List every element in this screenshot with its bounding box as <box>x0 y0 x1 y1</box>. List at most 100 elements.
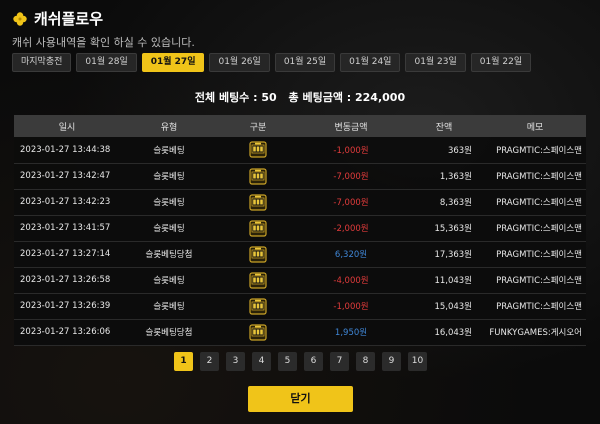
row-date: 2023-01-27 13:41:57 <box>20 223 111 233</box>
date-tab[interactable]: 01월 25일 <box>274 53 336 72</box>
row-memo: PRAGMTIC:스페이스맨 <box>496 198 582 208</box>
table-row: 2023-01-27 13:26:39 슬롯베팅 -1,000원 15,043원 PRA… <box>14 293 586 319</box>
date-tab[interactable]: 마지막충전 <box>12 53 72 72</box>
date-tab[interactable]: 01월 28일 <box>76 53 137 72</box>
row-category <box>218 267 298 293</box>
page-button[interactable]: 3 <box>226 352 245 371</box>
row-date: 2023-01-27 13:27:14 <box>20 249 111 259</box>
page-button[interactable]: 9 <box>382 352 401 371</box>
page-button[interactable]: 1 <box>174 352 193 371</box>
slot-machine-icon <box>249 271 267 289</box>
row-balance: 15,043원 <box>434 302 472 312</box>
table-row: 2023-01-27 13:42:47 슬롯베팅 -7,000원 1,363원 PRAG… <box>14 163 586 189</box>
row-category <box>218 241 298 267</box>
slot-machine-icon <box>249 193 267 211</box>
header-type: 유형 <box>160 122 178 133</box>
row-type: 슬롯베팅 <box>153 172 185 182</box>
total-bet-amount: 총 베팅금액 : 224,000 <box>288 91 406 104</box>
page-title: 캐쉬플로우 <box>34 10 104 28</box>
row-date: 2023-01-27 13:26:39 <box>20 301 111 311</box>
table-row: 2023-01-27 13:44:38 슬롯베팅 -1,000원 363원 PRAGMT… <box>14 137 586 163</box>
modal-header: 캐쉬플로우 <box>12 8 103 29</box>
close-button[interactable]: 닫기 <box>248 386 353 412</box>
table-row: 2023-01-27 13:27:14 슬롯베팅당첨 6,320원 17,363원 PR… <box>14 241 586 267</box>
slot-machine-icon <box>249 323 267 341</box>
row-type: 슬롯베팅 <box>153 224 185 234</box>
row-type: 슬롯베팅 <box>153 198 185 208</box>
row-memo: PRAGMTIC:스페이스맨 <box>496 302 582 312</box>
header-date: 일시 <box>58 122 76 133</box>
page-button[interactable]: 10 <box>408 352 427 371</box>
row-date: 2023-01-27 13:26:06 <box>20 327 111 337</box>
slot-machine-icon <box>249 167 267 185</box>
row-category <box>218 319 298 345</box>
row-memo: PRAGMTIC:스페이스맨 <box>496 172 582 182</box>
total-bet-count: 전체 베팅수 : 50 <box>194 91 277 104</box>
row-category <box>218 215 298 241</box>
date-tabs: 마지막충전 01월 28일 01월 27일 01월 26일 01월 25일 01월 24일… <box>12 53 532 72</box>
row-type: 슬롯베팅 <box>153 276 185 286</box>
slot-machine-icon <box>249 297 267 315</box>
row-change: -2,000원 <box>333 224 369 234</box>
row-balance: 8,363원 <box>439 198 472 208</box>
slot-machine-icon <box>249 141 267 158</box>
row-category <box>218 189 298 215</box>
page-subtitle: 캐쉬 사용내역을 확인 하실 수 있습니다. <box>12 36 195 49</box>
row-change: 6,320원 <box>334 250 368 260</box>
header-balance: 잔액 <box>435 122 453 133</box>
header-category: 구분 <box>249 122 267 133</box>
page-button[interactable]: 5 <box>278 352 297 371</box>
page-button[interactable]: 2 <box>200 352 219 371</box>
row-date: 2023-01-27 13:26:58 <box>20 275 111 285</box>
page-button[interactable]: 8 <box>356 352 375 371</box>
page-button[interactable]: 4 <box>252 352 271 371</box>
row-balance: 16,043원 <box>434 328 472 338</box>
row-memo: PRAGMTIC:스페이스맨 <box>496 250 582 260</box>
row-balance: 17,363원 <box>434 250 472 260</box>
row-balance: 1,363원 <box>439 172 472 182</box>
date-tab[interactable]: 01월 22일 <box>470 53 532 72</box>
row-memo: PRAGMTIC:스페이스맨 <box>496 145 582 156</box>
date-tab[interactable]: 01월 27일 <box>141 53 205 72</box>
date-tab[interactable]: 01월 26일 <box>209 53 270 72</box>
row-category <box>218 293 298 319</box>
row-balance: 15,363원 <box>434 224 472 234</box>
row-date: 2023-01-27 13:42:23 <box>20 197 111 207</box>
cash-history-table: 일시 유형 구분 변동금액 잔액 메모 2023-01-27 13:44:38 슬… <box>14 115 586 346</box>
row-change: -1,000원 <box>333 302 369 312</box>
row-memo: PRAGMTIC:스페이스맨 <box>496 276 582 286</box>
row-category <box>218 137 298 163</box>
slot-machine-icon <box>249 219 267 237</box>
row-memo: FUNKYGAMES:게시오어 <box>489 328 582 338</box>
row-change: -4,000원 <box>333 276 369 286</box>
table-row: 2023-01-27 13:26:06 슬롯베팅당첨 1,950원 16,043원 FU… <box>14 319 586 345</box>
row-type: 슬롯베팅 <box>153 145 185 156</box>
row-type: 슬롯베팅 <box>153 302 185 312</box>
row-memo: PRAGMTIC:스페이스맨 <box>496 224 582 234</box>
row-change: 1,950원 <box>334 328 368 338</box>
row-balance: 363원 <box>447 145 472 156</box>
row-date: 2023-01-27 13:44:38 <box>20 144 111 155</box>
table-header-row: 일시 유형 구분 변동금액 잔액 메모 <box>14 115 586 137</box>
table-row: 2023-01-27 13:42:23 슬롯베팅 -7,000원 8,363원 PRAG… <box>14 189 586 215</box>
pagination: 1 2 3 4 5 6 7 8 9 10 <box>174 352 427 371</box>
page-button[interactable]: 7 <box>330 352 349 371</box>
table-row: 2023-01-27 13:41:57 슬롯베팅 -2,000원 15,363원 PRA… <box>14 215 586 241</box>
page-button[interactable]: 6 <box>304 352 323 371</box>
clover-icon <box>13 11 27 26</box>
row-change: -1,000원 <box>333 145 369 156</box>
header-change: 변동금액 <box>334 122 368 133</box>
header-memo: 메모 <box>526 122 544 133</box>
date-tab[interactable]: 01월 23일 <box>405 53 466 72</box>
date-tab[interactable]: 01월 24일 <box>340 53 401 72</box>
row-balance: 11,043원 <box>434 276 472 286</box>
table-row: 2023-01-27 13:26:58 슬롯베팅 -4,000원 11,043원 PRA… <box>14 267 586 293</box>
slot-machine-icon <box>249 245 267 263</box>
row-change: -7,000원 <box>333 172 369 182</box>
row-category <box>218 163 298 189</box>
row-type: 슬롯베팅당첨 <box>145 328 193 338</box>
row-type: 슬롯베팅당첨 <box>145 250 193 260</box>
bet-summary: 전체 베팅수 : 50 총 베팅금액 : 224,000 <box>0 89 600 105</box>
row-change: -7,000원 <box>333 198 369 208</box>
row-date: 2023-01-27 13:42:47 <box>20 171 111 181</box>
